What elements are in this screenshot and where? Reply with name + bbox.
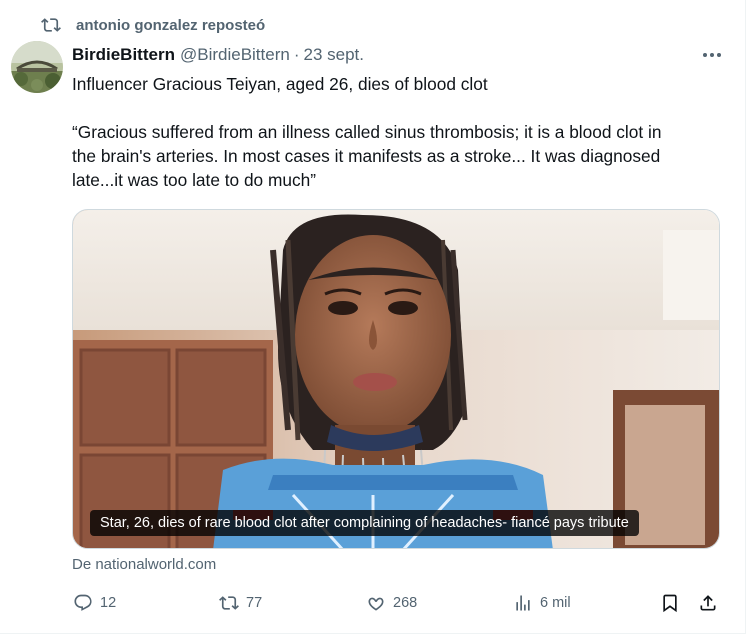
share-button[interactable] <box>697 588 725 618</box>
media-caption: Star, 26, dies of rare blood clot after … <box>90 510 639 536</box>
more-options-button[interactable] <box>699 42 725 66</box>
author-display-name[interactable]: BirdieBittern <box>72 45 175 65</box>
author-handle[interactable]: @BirdieBittern <box>180 45 290 65</box>
link-source[interactable]: De nationalworld.com <box>72 556 216 573</box>
views-chart-icon <box>512 592 534 614</box>
reply-button[interactable]: 12 <box>72 588 116 618</box>
bookmark-icon <box>659 592 681 614</box>
media-photo <box>73 210 719 548</box>
repost-icon <box>40 14 62 36</box>
views-button[interactable]: 6 mil <box>512 588 571 618</box>
header-separator: · <box>293 45 300 64</box>
tweet-quote-line: the brain's arteries. In most cases it m… <box>72 146 661 166</box>
tweet-header: BirdieBittern @BirdieBittern · 23 sept. <box>72 44 364 66</box>
repost-icon <box>218 592 240 614</box>
tweet-quote-line: late...it was too late to do much” <box>72 170 316 190</box>
tweet-text: Influencer Gracious Teiyan, aged 26, die… <box>72 72 732 192</box>
more-icon <box>702 45 722 63</box>
repost-text: antonio gonzalez reposteó <box>76 16 266 34</box>
tweet-quote-line: “Gracious suffered from an illness calle… <box>72 122 662 142</box>
tweet-card[interactable]: antonio gonzalez reposteó BirdieBittern … <box>0 0 746 634</box>
view-count: 6 mil <box>540 595 571 611</box>
repost-button[interactable]: 77 <box>218 588 262 618</box>
share-icon <box>697 592 719 614</box>
media-card[interactable]: Star, 26, dies of rare blood clot after … <box>72 209 720 549</box>
tweet-headline: Influencer Gracious Teiyan, aged 26, die… <box>72 74 488 94</box>
reply-count: 12 <box>100 595 117 611</box>
action-bar: 12 77 268 6 mil <box>72 588 726 618</box>
repost-count: 77 <box>246 595 263 611</box>
tweet-date[interactable]: 23 sept. <box>304 45 365 65</box>
like-button[interactable]: 268 <box>365 588 417 618</box>
repost-context[interactable]: antonio gonzalez reposteó <box>40 14 265 36</box>
bookmark-button[interactable] <box>659 588 687 618</box>
reply-icon <box>72 592 94 614</box>
like-count: 268 <box>393 595 418 611</box>
avatar[interactable] <box>11 41 63 93</box>
heart-icon <box>365 592 387 614</box>
